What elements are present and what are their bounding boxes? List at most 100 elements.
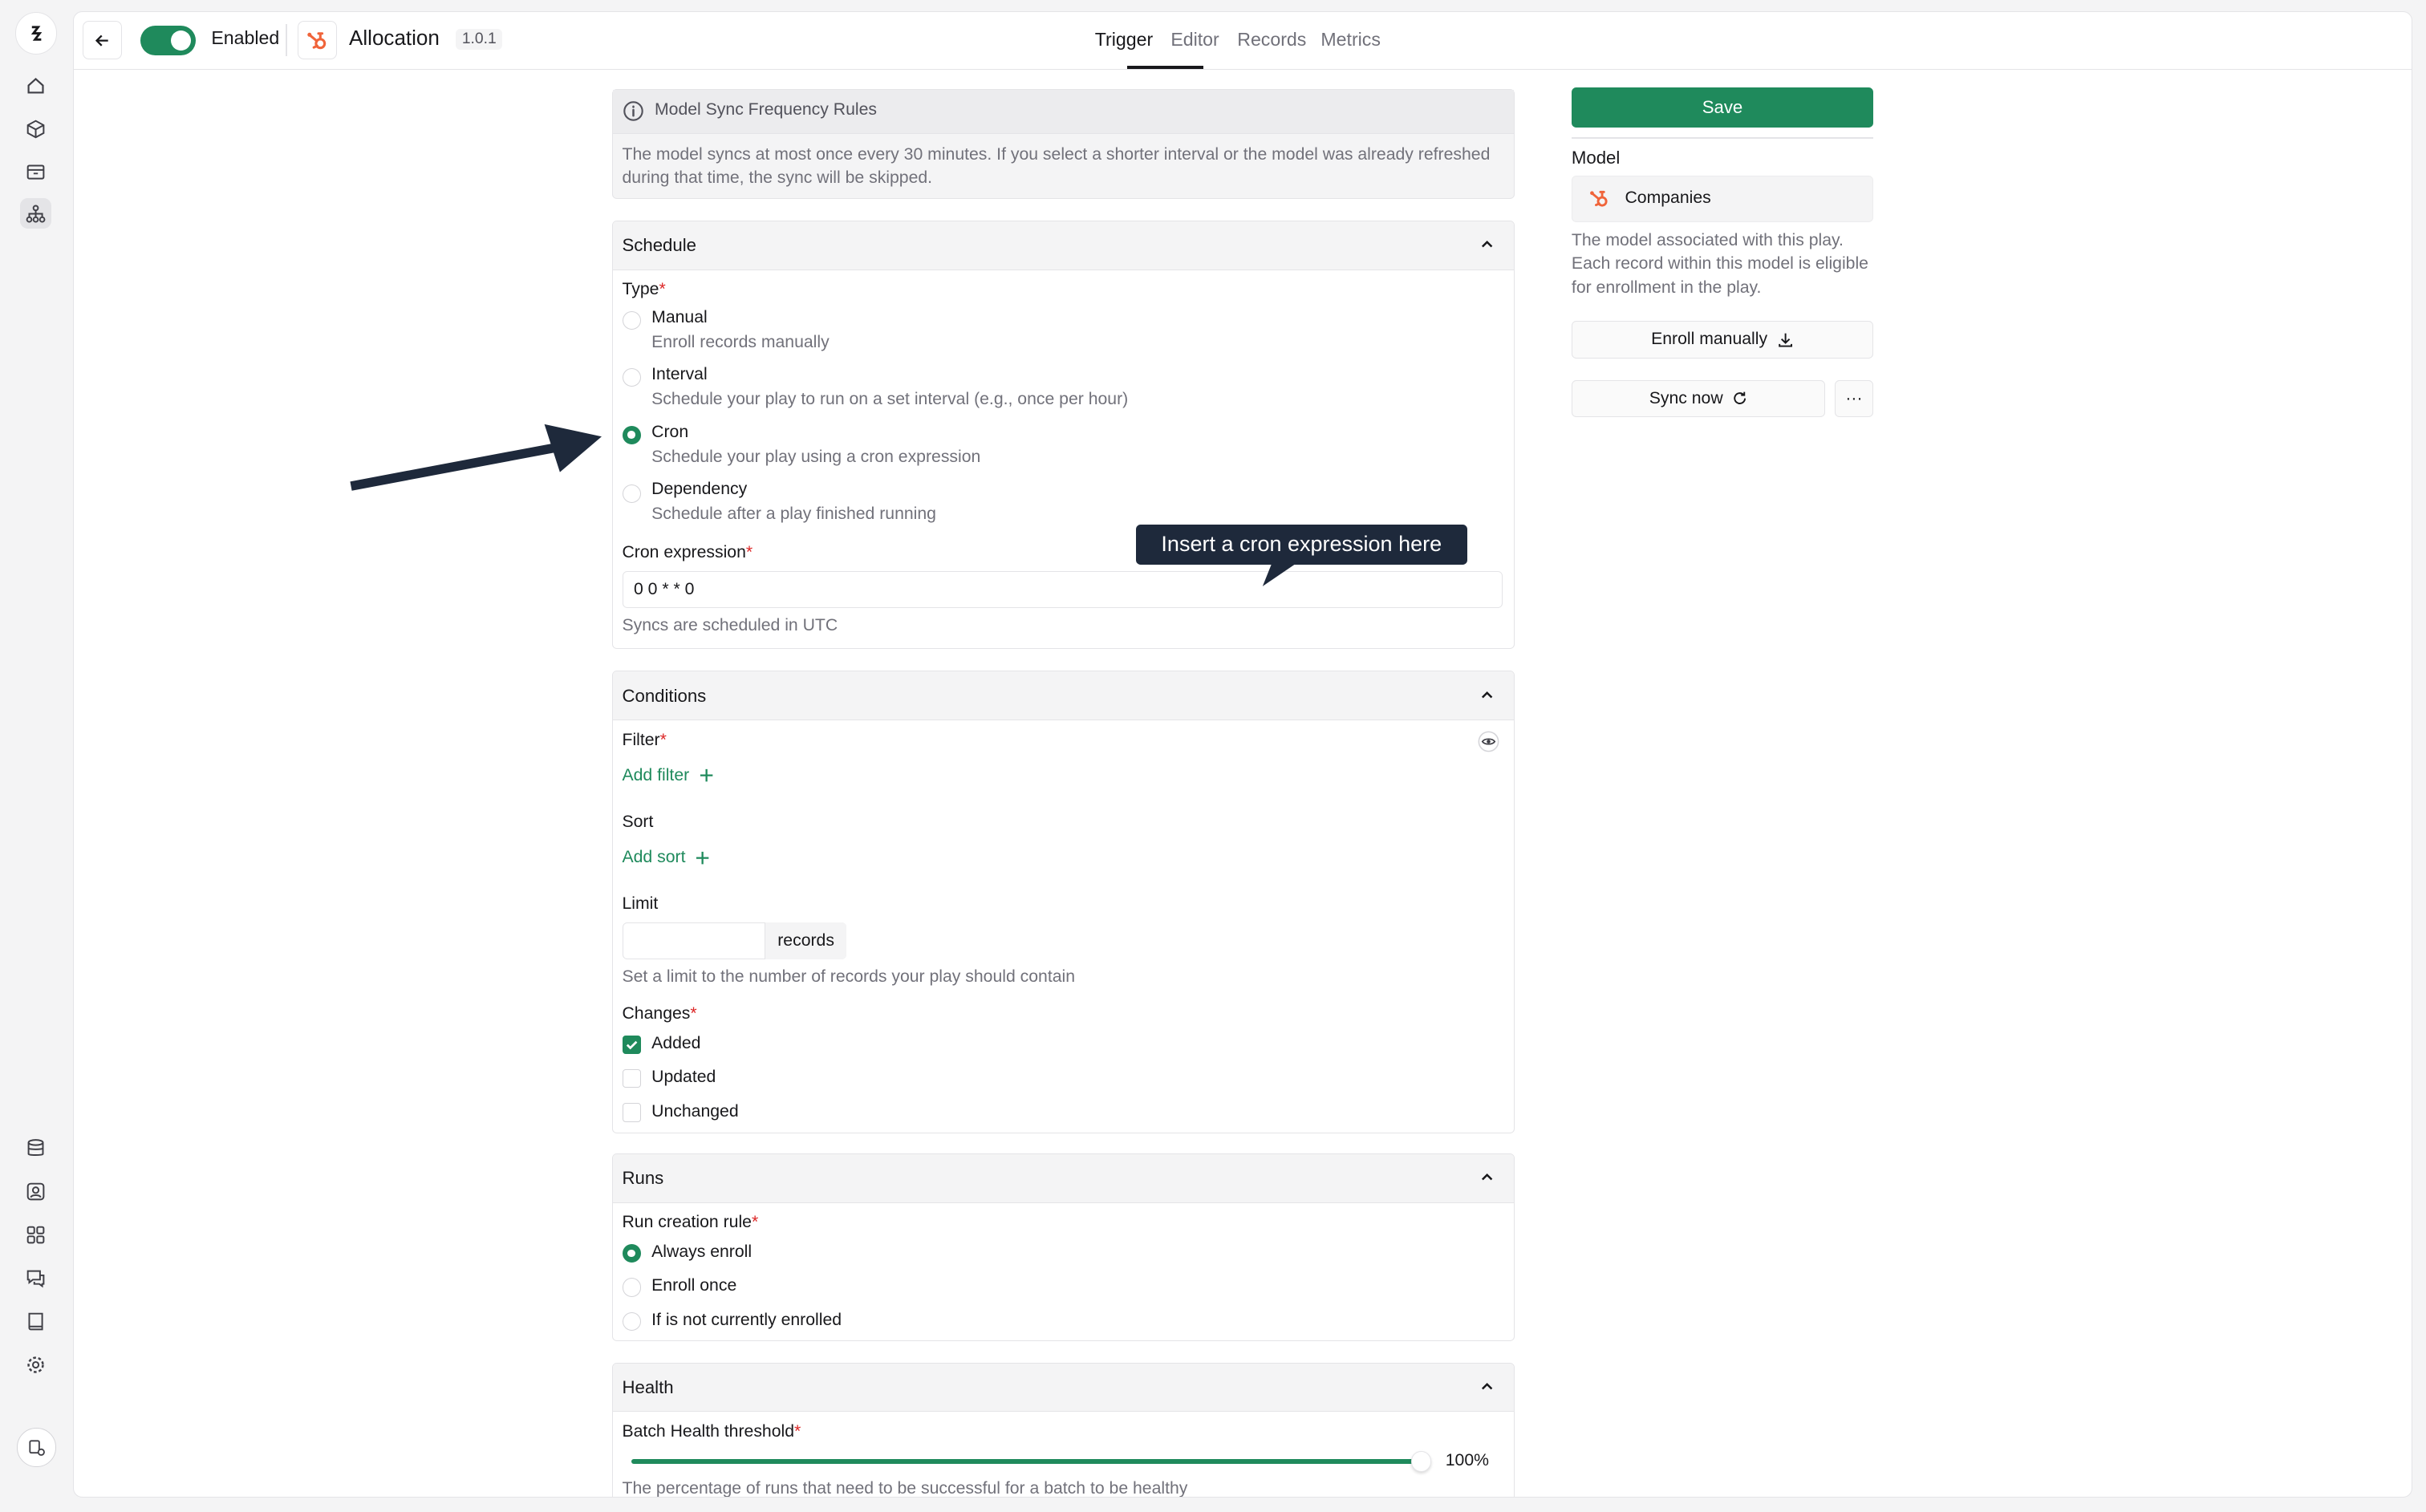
cron-tooltip: Insert a cron expression here [1135,524,1467,565]
option-label: If is not currently enrolled [651,1310,842,1329]
checkbox-label: Unchanged [651,1101,739,1121]
tab-metrics[interactable]: Metrics [1321,29,1381,51]
run-creation-rule-label: Run creation rule* [622,1213,759,1232]
cron-expression-input[interactable]: 0 0 * * 0 [622,570,1503,609]
radio-always-enroll[interactable] [622,1243,641,1263]
radio-cron[interactable] [622,425,641,444]
filter-label: Filter* [622,730,667,749]
tab-editor[interactable]: Editor [1170,29,1219,51]
section-title: Runs [622,1168,664,1189]
runs-section: Runs Run creation rule* Always enroll En… [611,1153,1515,1341]
health-header[interactable]: Health [612,1363,1514,1413]
model-selector[interactable]: Companies [1571,175,1874,222]
slider-fill [631,1459,1421,1464]
model-name: Companies [1625,188,1711,208]
conditions-header[interactable]: Conditions [612,671,1514,721]
limit-label: Limit [622,894,659,914]
annotation-arrow-icon [350,424,602,491]
radio-interval[interactable] [622,368,641,387]
checkbox-added[interactable] [622,1035,641,1054]
runs-header[interactable]: Runs [612,1154,1514,1203]
tab-records[interactable]: Records [1237,29,1306,51]
chevron-up-icon[interactable] [1479,1379,1495,1394]
chevron-up-icon[interactable] [1479,1169,1495,1185]
cron-help-text: Syncs are scheduled in UTC [622,615,838,634]
page-title: Allocation [349,25,440,50]
chat-icon[interactable] [20,1263,51,1294]
model-description: The model associated with this play. Eac… [1571,230,1868,298]
radio-not-currently-enrolled[interactable] [622,1311,641,1332]
add-filter-button[interactable]: Add filter [623,766,715,785]
schedule-header[interactable]: Schedule [612,221,1514,270]
plus-icon [696,851,709,864]
threshold-slider[interactable] [631,1451,1432,1472]
info-title: Model Sync Frequency Rules [655,100,877,120]
account-avatar-icon[interactable] [17,1428,56,1467]
hubspot-logo-icon [1590,191,1608,208]
enabled-toggle[interactable] [140,25,197,55]
refresh-icon [1734,391,1746,405]
section-title: Conditions [622,685,707,706]
radio-manual[interactable] [622,310,641,330]
hierarchy-icon[interactable] [20,197,51,229]
user-card-icon[interactable] [20,1176,51,1207]
database-icon[interactable] [20,1133,51,1164]
threshold-value: 100% [1445,1451,1489,1470]
info-text: The model syncs at most once every 30 mi… [622,144,1491,188]
divider [1571,136,1874,139]
add-sort-label: Add sort [622,848,686,867]
batch-health-threshold-label: Batch Health threshold* [622,1421,801,1441]
sync-frequency-info: Model Sync Frequency Rules The model syn… [611,88,1515,199]
more-options-button[interactable]: ··· [1834,379,1874,417]
option-label: Manual [651,307,708,326]
save-button[interactable]: Save [1571,87,1874,128]
checkbox-updated[interactable] [622,1069,641,1088]
workspace-logo-icon[interactable] [15,12,58,55]
inbox-icon[interactable] [20,156,51,188]
enroll-manually-button[interactable]: Enroll manually [1571,321,1874,359]
checkbox-unchanged[interactable] [622,1103,641,1122]
enabled-label: Enabled [211,26,280,48]
model-label: Model [1571,148,1621,168]
divider [285,23,287,57]
cube-icon[interactable] [20,113,51,144]
gear-icon[interactable] [20,1349,51,1380]
chevron-up-icon[interactable] [1479,237,1495,252]
sync-now-button[interactable]: Sync now [1571,379,1826,417]
limit-unit: records [764,922,847,960]
sync-now-label: Sync now [1649,388,1723,407]
main-panel: Enabled Allocation 1.0.1 Trigger Editor … [72,10,2413,1498]
tooltip-pointer-icon [1263,563,1297,587]
option-label: Always enroll [651,1242,753,1262]
info-icon [623,101,643,122]
home-icon[interactable] [20,70,51,101]
cron-expression-label: Cron expression* [622,543,753,562]
chevron-up-icon[interactable] [1479,687,1495,703]
grid-icon[interactable] [20,1219,51,1251]
version-badge: 1.0.1 [456,28,503,50]
conditions-section: Conditions Filter* Add filter Sort Add s… [611,671,1515,1134]
sort-label: Sort [622,812,654,831]
add-sort-button[interactable]: Add sort [623,848,711,867]
option-description: Schedule your play to run on a set inter… [651,390,1129,409]
eye-icon[interactable] [1478,731,1499,752]
back-button[interactable] [83,21,122,60]
option-label: Enroll once [651,1276,737,1295]
download-icon [1778,333,1792,347]
option-description: Schedule your play using a cron expressi… [651,447,981,466]
section-title: Schedule [622,235,696,256]
schedule-section: Schedule Type* Manual Enroll records man… [611,220,1515,650]
tab-trigger[interactable]: Trigger [1095,29,1153,51]
option-description: Enroll records manually [651,332,830,351]
type-label: Type* [622,280,666,299]
info-header: Model Sync Frequency Rules [612,89,1514,134]
book-icon[interactable] [20,1306,51,1337]
plus-icon [700,769,713,782]
option-label: Dependency [651,480,748,499]
active-tab-indicator [1127,66,1203,69]
changes-label: Changes* [622,1003,697,1023]
section-title: Health [622,1376,674,1397]
slider-thumb[interactable] [1411,1451,1432,1472]
radio-dependency[interactable] [622,484,641,504]
radio-enroll-once[interactable] [622,1278,641,1297]
